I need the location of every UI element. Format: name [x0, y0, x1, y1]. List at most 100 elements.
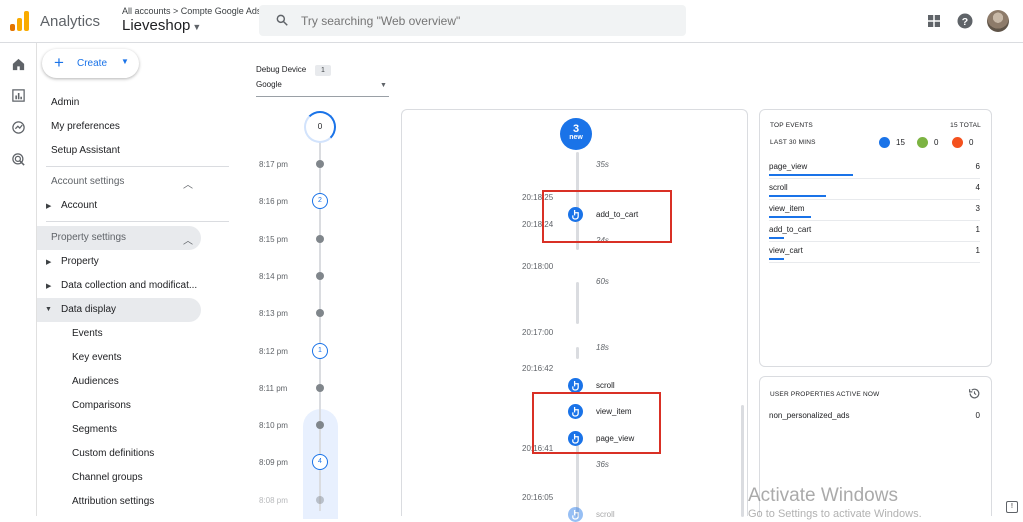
help-icon[interactable]: ? [956, 12, 974, 30]
stream-track [576, 282, 579, 324]
nav-item-segments[interactable]: Segments [72, 424, 117, 435]
event-stream-panel: 3 new 35s 20:18:25 20:18:24 add_to_cart … [401, 109, 748, 522]
top-event-row[interactable]: view_cart 1 [769, 246, 980, 263]
timeline-time-label: 8:12 pm [259, 346, 288, 356]
advertising-icon[interactable] [11, 152, 26, 167]
top-event-share-bar [769, 195, 826, 197]
top-event-row[interactable]: add_to_cart 1 [769, 225, 980, 242]
divider [46, 221, 229, 222]
search-bar[interactable] [259, 5, 686, 36]
stream-scrollbar[interactable] [741, 405, 744, 517]
stream-track [576, 347, 579, 359]
property-settings-heading[interactable]: Property settings [51, 232, 126, 243]
expand-arrow-icon[interactable]: ▶ [46, 258, 51, 266]
user-property-row[interactable]: non_personalized_ads 0 [769, 411, 980, 420]
event-touch-icon[interactable] [568, 378, 583, 393]
top-bar: Analytics All accounts > Compte Google A… [0, 0, 1023, 43]
timeline-minute-dot[interactable] [316, 309, 324, 318]
breadcrumb[interactable]: All accounts > Compte Google Ads [122, 6, 261, 16]
event-touch-icon[interactable] [568, 507, 583, 522]
timeline-event-count[interactable]: 2 [312, 193, 328, 210]
nav-item-audiences[interactable]: Audiences [72, 376, 119, 387]
timeline-minute-dot[interactable] [316, 271, 324, 280]
nav-item-key-events[interactable]: Key events [72, 352, 121, 363]
timeline-time-label: 8:15 pm [259, 234, 288, 244]
top-event-count: 4 [975, 183, 980, 192]
search-input[interactable] [301, 11, 671, 31]
reports-icon[interactable] [11, 88, 26, 103]
caret-down-icon: ▼ [121, 57, 129, 66]
events-count-green: 0 [934, 138, 939, 147]
timeline-minute-dot[interactable] [316, 160, 324, 168]
top-event-count: 3 [975, 204, 980, 213]
nav-item-account[interactable]: Account [61, 200, 97, 211]
feedback-icon[interactable]: ! [1006, 501, 1018, 513]
top-events-card: TOP EVENTS 15 TOTAL LAST 30 MINS 15 0 0 … [759, 109, 992, 367]
top-event-share-bar [769, 237, 784, 239]
analytics-logo-icon[interactable] [10, 11, 30, 31]
nav-item-property[interactable]: Property [61, 256, 99, 267]
timeline-minute-dot[interactable] [316, 495, 324, 504]
timeline-top-counter[interactable]: 0 [304, 111, 336, 143]
nav-item-admin[interactable]: Admin [51, 97, 79, 108]
top-event-row[interactable]: scroll 4 [769, 183, 980, 200]
account-settings-heading[interactable]: Account settings [51, 176, 124, 187]
avatar[interactable] [987, 10, 1009, 32]
event-name-scroll[interactable]: scroll [596, 510, 615, 519]
plus-icon: + [54, 53, 64, 72]
nav-item-comparisons[interactable]: Comparisons [72, 400, 131, 411]
chevron-up-icon[interactable]: ︿ [183, 176, 193, 191]
new-events-badge[interactable]: 3 new [560, 118, 592, 150]
row-divider [769, 220, 980, 221]
chevron-up-icon[interactable]: ︿ [183, 232, 193, 247]
top-event-row[interactable]: view_item 3 [769, 204, 980, 221]
svg-text:?: ? [962, 16, 968, 28]
row-divider [769, 262, 980, 263]
nav-item-custom-definitions[interactable]: Custom definitions [72, 448, 154, 459]
highlight-box [532, 392, 661, 454]
top-event-share-bar [769, 174, 853, 176]
event-time: 20:16:42 [522, 364, 554, 373]
home-icon[interactable] [11, 57, 26, 72]
nav-item-events[interactable]: Events [72, 328, 103, 339]
caret-down-icon: ▼ [192, 22, 202, 32]
nav-item-setup-assistant[interactable]: Setup Assistant [51, 145, 120, 156]
nav-item-attribution-settings[interactable]: Attribution settings [72, 496, 154, 507]
history-icon[interactable] [968, 387, 981, 400]
top-event-name: view_cart [769, 246, 803, 255]
property-selector[interactable]: Lieveshop ▼ [122, 17, 201, 34]
activate-windows-watermark: Activate Windows [748, 485, 898, 506]
admin-sidebar: + Create ▼ Admin My preferences Setup As… [37, 43, 240, 516]
timeline-minute-dot[interactable] [316, 383, 324, 392]
nav-item-data-display[interactable]: Data display [61, 304, 116, 315]
row-divider [769, 199, 980, 200]
top-event-count: 1 [975, 246, 980, 255]
timeline-event-count[interactable]: 1 [312, 342, 328, 359]
apps-grid-icon[interactable] [925, 12, 943, 30]
nav-item-data-collection[interactable]: Data collection and modificat... [61, 280, 197, 291]
timeline-time-label: 8:13 pm [259, 309, 288, 319]
collapse-arrow-icon[interactable]: ▼ [45, 306, 52, 313]
event-time: 20:18:00 [522, 262, 554, 271]
top-events-subtitle: LAST 30 MINS [770, 139, 816, 146]
duration-label: 36s [596, 460, 609, 469]
key-event-flag-icon [917, 137, 928, 148]
timeline-time-label: 8:10 pm [259, 421, 288, 431]
create-button-label: Create [77, 58, 108, 69]
top-event-row[interactable]: page_view 6 [769, 162, 980, 179]
property-name: Lieveshop [122, 17, 191, 34]
user-property-name: non_personalized_ads [769, 411, 850, 420]
activate-windows-hint: Go to Settings to activate Windows. [748, 508, 922, 520]
nav-item-my-preferences[interactable]: My preferences [51, 121, 120, 132]
row-divider [769, 178, 980, 179]
expand-arrow-icon[interactable]: ▶ [46, 202, 51, 210]
timeline-time-label: 8:11 pm [259, 383, 288, 393]
explore-icon[interactable] [11, 120, 26, 135]
create-button[interactable]: + Create ▼ [42, 49, 139, 78]
top-event-count: 1 [975, 225, 980, 234]
nav-item-channel-groups[interactable]: Channel groups [72, 472, 143, 483]
timeline-minute-dot[interactable] [316, 234, 324, 243]
event-name-scroll[interactable]: scroll [596, 381, 615, 390]
top-event-count: 6 [975, 162, 980, 171]
expand-arrow-icon[interactable]: ▶ [46, 282, 51, 290]
